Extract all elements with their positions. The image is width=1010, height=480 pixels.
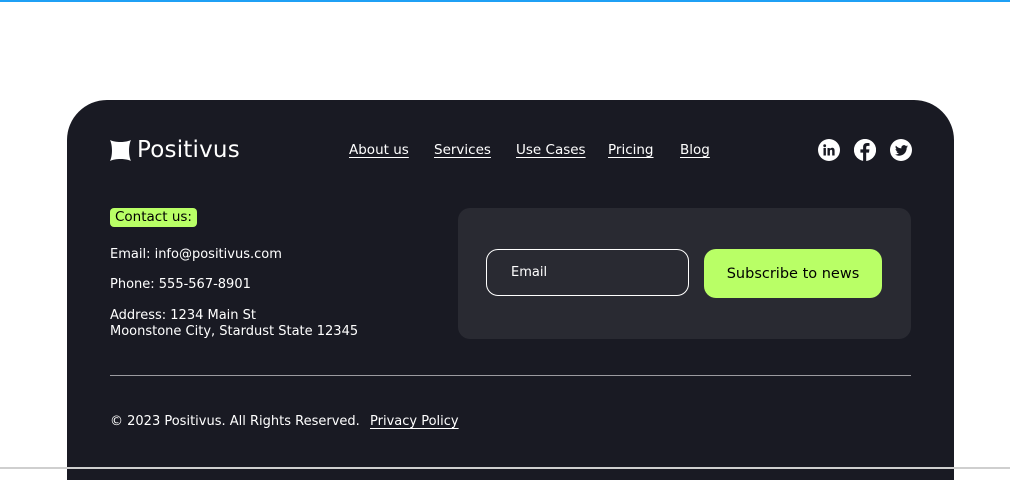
twitter-icon	[894, 144, 908, 156]
facebook-link[interactable]	[854, 139, 876, 161]
linkedin-icon	[823, 144, 835, 156]
linkedin-link[interactable]	[818, 139, 840, 161]
facebook-icon	[854, 139, 876, 161]
subscribe-button[interactable]: Subscribe to news	[704, 249, 882, 298]
contact-address-line1: Address: 1234 Main St	[110, 308, 257, 323]
email-input[interactable]	[486, 249, 689, 296]
site-footer: Positivus About us Services Use Cases Pr…	[67, 100, 954, 480]
copyright-text: © 2023 Positivus. All Rights Reserved.	[110, 414, 360, 429]
nav-link-use-cases[interactable]: Use Cases	[516, 142, 586, 159]
privacy-policy-link[interactable]: Privacy Policy	[370, 414, 459, 430]
nav-link-services[interactable]: Services	[434, 142, 491, 159]
brand-logo[interactable]: Positivus	[110, 137, 240, 163]
subscribe-panel: Subscribe to news	[458, 208, 911, 339]
footer-divider	[110, 375, 911, 376]
nav-link-pricing[interactable]: Pricing	[608, 142, 654, 159]
twitter-link[interactable]	[890, 139, 912, 161]
star-logo-icon	[110, 139, 131, 161]
nav-link-blog[interactable]: Blog	[680, 142, 710, 159]
nav-link-about-us[interactable]: About us	[349, 142, 409, 159]
contact-address-line2: Moonstone City, Stardust State 12345	[110, 324, 359, 339]
contact-badge: Contact us:	[110, 208, 197, 227]
brand-name: Positivus	[137, 137, 240, 163]
top-border	[0, 0, 1010, 2]
contact-email: Email: info@positivus.com	[110, 247, 282, 262]
contact-phone: Phone: 555-567-8901	[110, 277, 251, 292]
